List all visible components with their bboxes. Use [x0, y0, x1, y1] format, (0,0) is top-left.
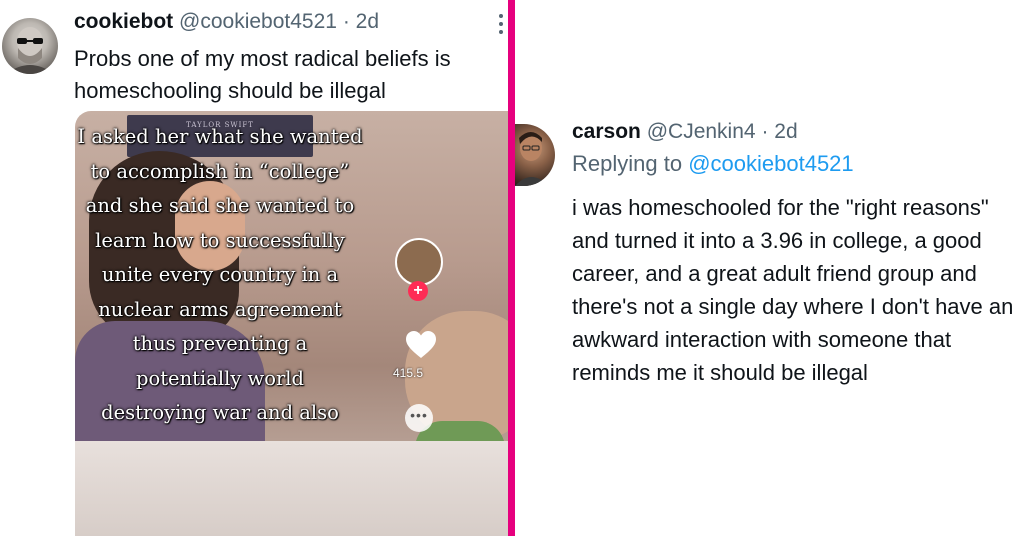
caption-line: I asked her what she wanted [77, 125, 363, 148]
left-tweet-panel: cookiebot @cookiebot4521 · 2d Probs one … [0, 0, 508, 536]
caption-line: and she said she wanted to [85, 194, 355, 217]
replying-to-handle-link[interactable]: @cookiebot4521 [688, 151, 853, 176]
follow-plus-icon[interactable]: + [408, 281, 428, 301]
more-options-icon[interactable] [497, 14, 505, 40]
caption-line: unite every country in a [101, 263, 339, 286]
panel-divider [508, 0, 515, 536]
right-tweet-header: carson @CJenkin4 · 2d [572, 120, 798, 144]
left-tweet-header: cookiebot @cookiebot4521 · 2d [74, 10, 379, 34]
caption-line: to accomplish in “college” [90, 159, 350, 183]
caption-line: nuclear arms agreement [98, 297, 342, 321]
tweet-text: Probs one of my most radical beliefs is … [74, 46, 451, 103]
carson-avatar[interactable] [515, 124, 555, 186]
timestamp[interactable]: 2d [356, 10, 379, 33]
author-handle[interactable]: @cookiebot4521 [179, 10, 337, 33]
separator-dot: · [342, 10, 350, 33]
photo-blanket-shape [75, 441, 508, 536]
right-tweet-panel: carson @CJenkin4 · 2d Replying to @cooki… [515, 0, 1024, 536]
video-more-icon[interactable]: ••• [405, 404, 433, 432]
author-name[interactable]: cookiebot [74, 10, 173, 33]
like-count: 415.5 [393, 366, 424, 380]
creator-avatar[interactable] [395, 238, 443, 286]
caption-line: potentially world [135, 366, 305, 390]
author-name[interactable]: carson [572, 120, 641, 143]
author-handle[interactable]: @CJenkin4 [647, 120, 756, 143]
timestamp[interactable]: 2d [774, 120, 797, 143]
replying-to-label: Replying to [572, 151, 683, 176]
heart-icon[interactable] [405, 330, 437, 360]
video-caption: I asked her what she wanted to accomplis… [75, 120, 365, 431]
replying-to-line: Replying to @cookiebot4521 [572, 151, 854, 177]
reply-text: i was homeschooled for the "right reason… [572, 195, 1014, 385]
separator-dot: · [761, 120, 769, 143]
caption-line: learn how to successfully [95, 228, 345, 252]
caption-line: destroying war and also [101, 401, 339, 424]
caption-line: thus preventing a [132, 332, 308, 355]
cookiebot-avatar[interactable] [2, 18, 58, 74]
